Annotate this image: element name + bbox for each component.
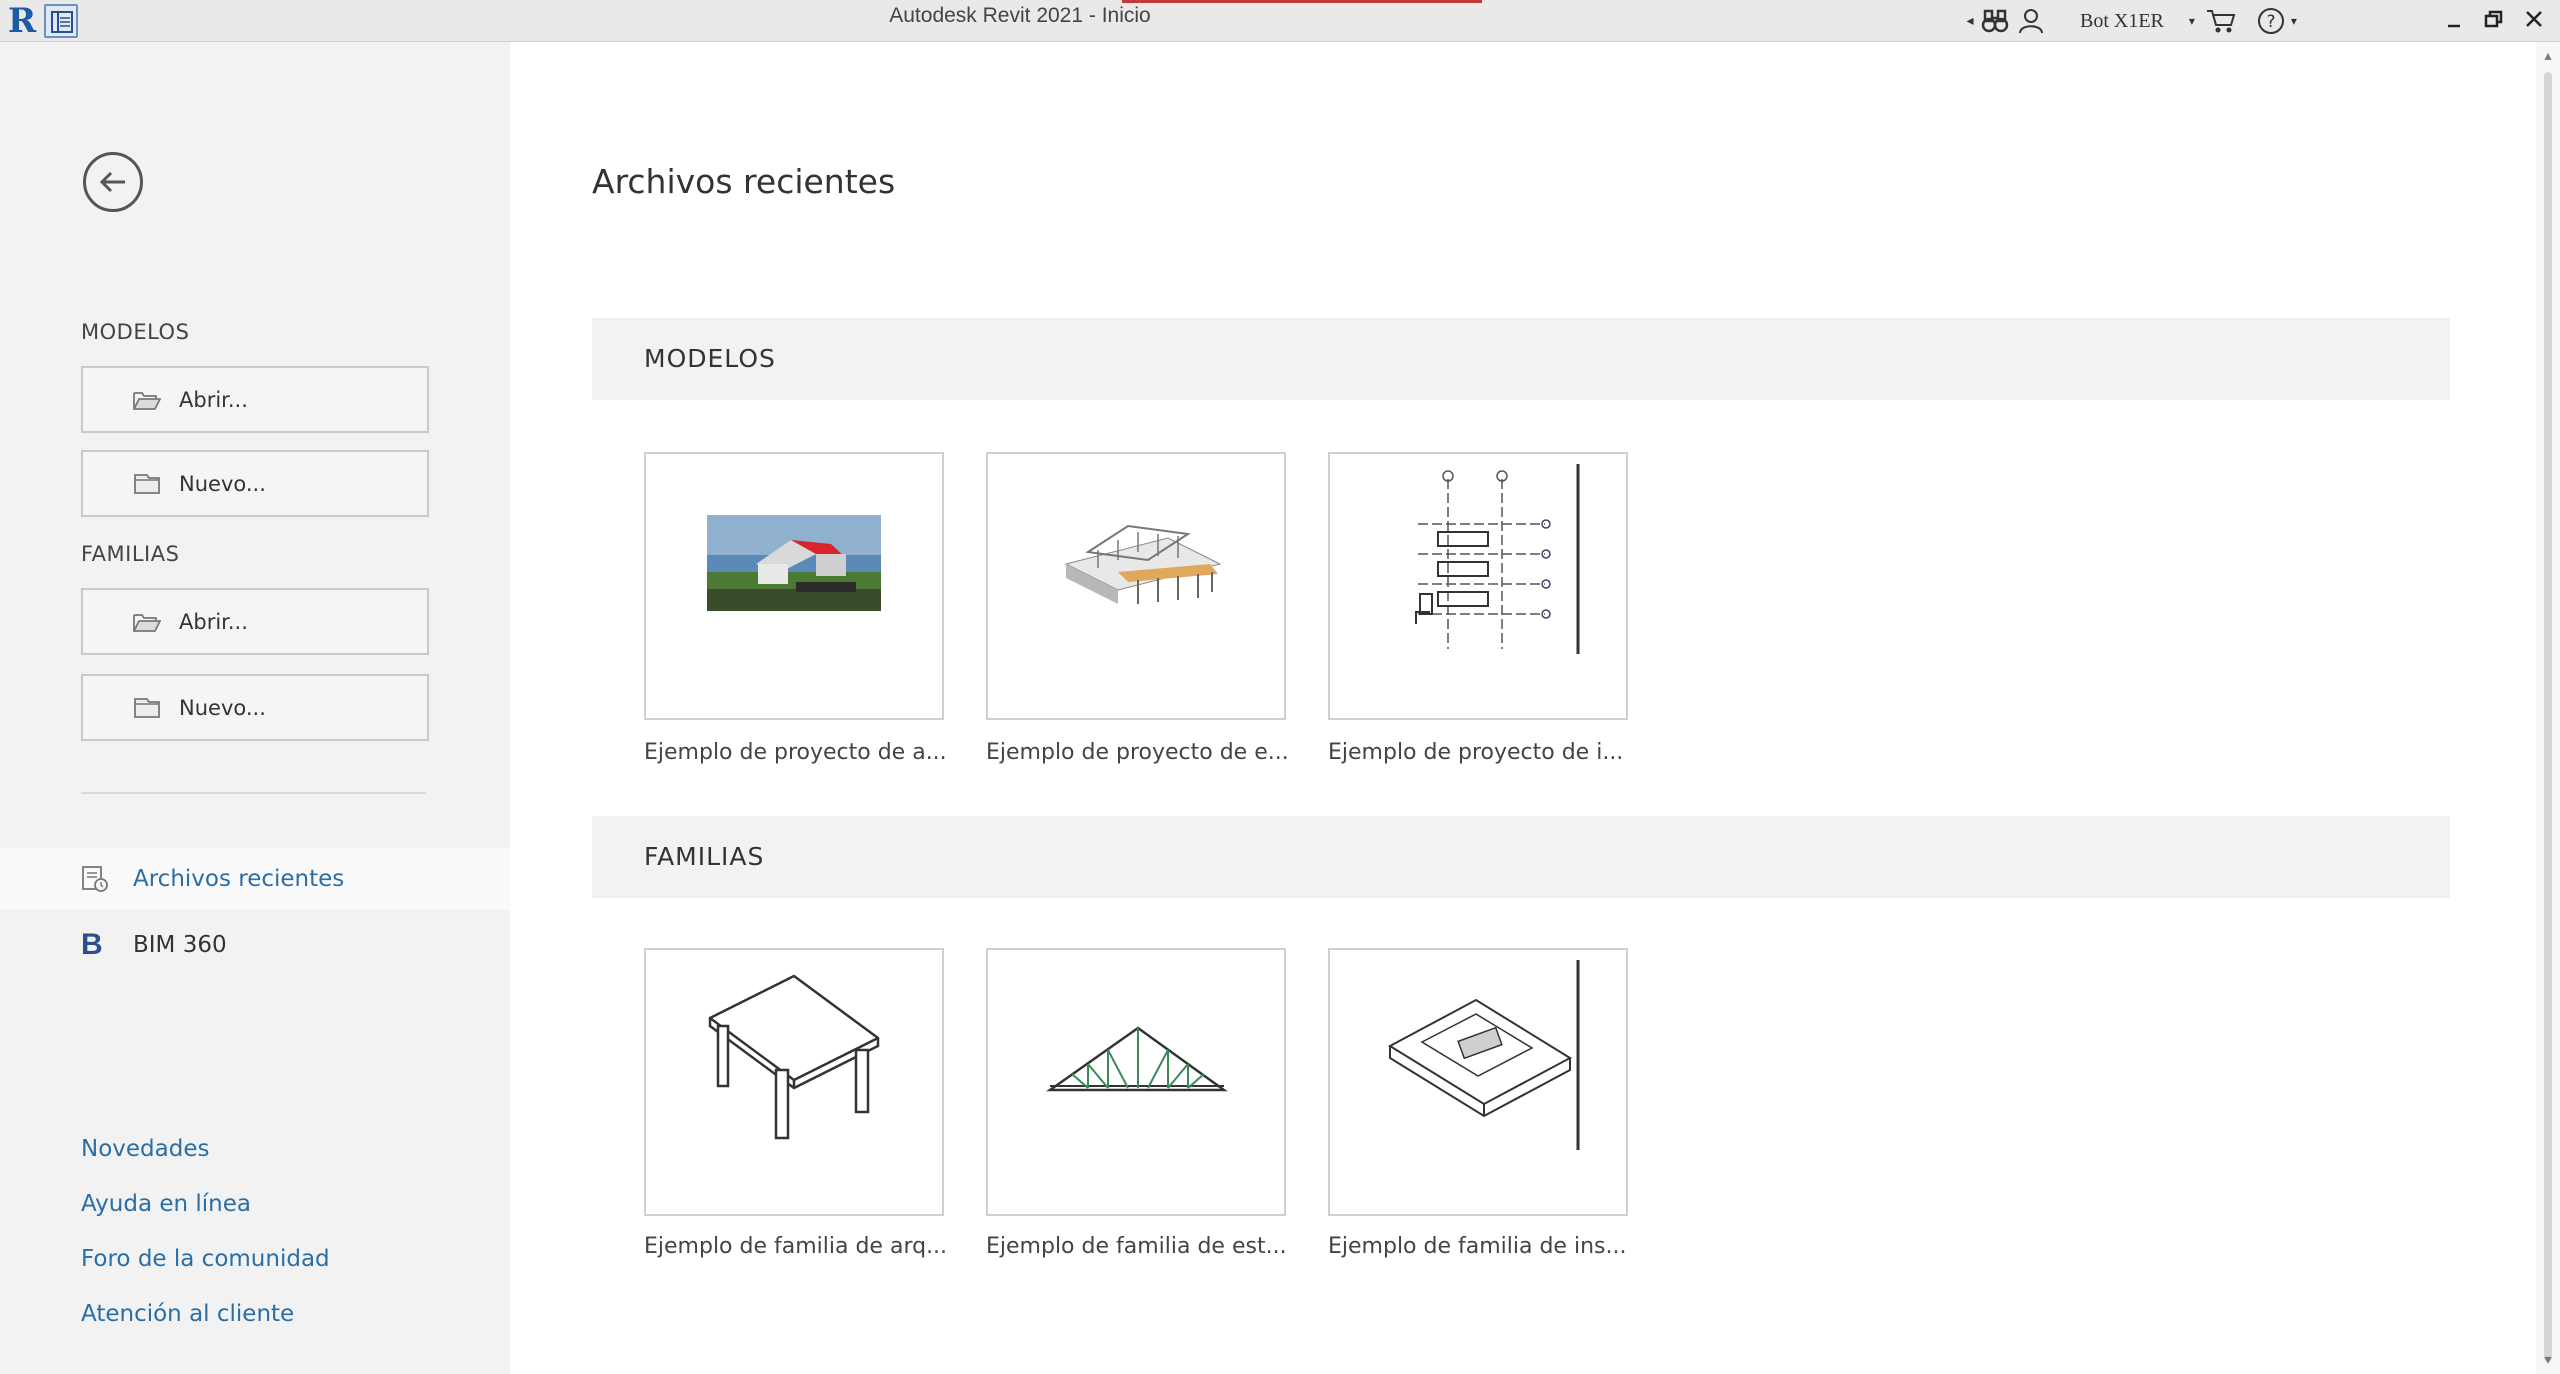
model-card-label[interactable]: Ejemplo de proyecto de i... <box>1328 740 1648 765</box>
model-card-architecture[interactable] <box>644 452 944 720</box>
open-model-label: Abrir... <box>179 387 248 412</box>
folder-open-icon <box>133 611 162 633</box>
sidebar: MODELOS Abrir... Nuevo... FAMILIAS Abrir… <box>0 42 510 1374</box>
back-button[interactable] <box>83 152 143 212</box>
models-heading: MODELOS <box>81 320 190 344</box>
new-family-button[interactable]: Nuevo... <box>81 674 429 741</box>
new-family-label: Nuevo... <box>179 695 266 720</box>
family-card-label[interactable]: Ejemplo de familia de ins... <box>1328 1234 1648 1259</box>
nav-item-recent-files[interactable]: Archivos recientes <box>0 848 510 910</box>
new-file-icon <box>133 473 161 495</box>
arrow-left-icon <box>99 171 125 193</box>
model-card-installations[interactable] <box>1328 452 1628 720</box>
fixture-family-thumbnail <box>1387 960 1580 1150</box>
cart-icon[interactable] <box>2206 6 2236 36</box>
open-model-button[interactable]: Abrir... <box>81 366 429 433</box>
link-community-forum[interactable]: Foro de la comunidad <box>81 1246 330 1272</box>
model-card-structure[interactable] <box>986 452 1286 720</box>
minimize-button[interactable] <box>2434 6 2474 38</box>
user-icon[interactable] <box>2016 6 2046 36</box>
families-section-header: FAMILIAS <box>592 816 2450 898</box>
mep-project-thumbnail <box>1415 464 1580 654</box>
link-online-help[interactable]: Ayuda en línea <box>81 1191 251 1217</box>
help-dropdown-icon[interactable]: ▾ <box>2286 6 2302 36</box>
families-heading: FAMILIAS <box>81 542 180 566</box>
main-content: Archivos recientes MODELOS Ejemplo de pr… <box>510 42 2530 1374</box>
scroll-thumb[interactable] <box>2544 72 2552 1362</box>
title-bar: R Autodesk Revit 2021 - Inicio ◂ Bot X1E… <box>0 0 2560 42</box>
link-customer-support[interactable]: Atención al cliente <box>81 1301 294 1327</box>
restore-button[interactable] <box>2474 6 2514 38</box>
link-news[interactable]: Novedades <box>81 1136 209 1162</box>
families-section-label: FAMILIAS <box>644 842 765 871</box>
family-card-installations[interactable] <box>1328 948 1628 1216</box>
binoculars-icon[interactable] <box>1980 6 2010 36</box>
table-family-thumbnail <box>708 974 880 1140</box>
open-family-button[interactable]: Abrir... <box>81 588 429 655</box>
scroll-up-icon[interactable]: ▴ <box>2540 48 2556 64</box>
title-accent-line <box>1122 0 1482 3</box>
family-card-architecture[interactable] <box>644 948 944 1216</box>
architecture-project-thumbnail <box>707 515 881 611</box>
new-model-label: Nuevo... <box>179 471 266 496</box>
family-card-label[interactable]: Ejemplo de familia de est... <box>986 1234 1306 1259</box>
svg-text:?: ? <box>2266 12 2275 32</box>
recent-files-icon <box>81 865 109 893</box>
nav-bim-label: BIM 360 <box>133 932 227 958</box>
models-section-header: MODELOS <box>592 318 2450 400</box>
family-card-label[interactable]: Ejemplo de familia de arq... <box>644 1234 964 1259</box>
model-card-label[interactable]: Ejemplo de proyecto de a... <box>644 740 964 765</box>
user-name[interactable]: Bot X1ER <box>2080 10 2164 33</box>
new-file-icon <box>133 697 161 719</box>
close-button[interactable] <box>2514 6 2554 38</box>
titlebar-tools: ◂ Bot X1ER ▾ ? ▾ <box>1960 4 2302 38</box>
window-title: Autodesk Revit 2021 - Inicio <box>889 4 1151 27</box>
sidebar-divider <box>81 792 426 794</box>
truss-family-thumbnail <box>1046 1026 1228 1092</box>
family-card-structure[interactable] <box>986 948 1286 1216</box>
structure-project-thumbnail <box>1064 524 1222 604</box>
new-model-button[interactable]: Nuevo... <box>81 450 429 517</box>
folder-open-icon <box>133 389 162 411</box>
nav-item-bim360[interactable]: B BIM 360 <box>0 914 510 976</box>
bim360-icon: B <box>81 928 103 961</box>
user-dropdown-icon[interactable]: ▾ <box>2182 6 2202 36</box>
scroll-down-icon[interactable]: ▾ <box>2540 1352 2556 1368</box>
nav-recent-label: Archivos recientes <box>133 866 345 892</box>
models-section-label: MODELOS <box>644 344 776 373</box>
help-icon[interactable]: ? <box>2256 6 2286 36</box>
open-family-label: Abrir... <box>179 609 248 634</box>
vertical-scrollbar[interactable]: ▴ ▾ <box>2536 42 2560 1374</box>
page-title: Archivos recientes <box>592 162 896 201</box>
caret-left-icon[interactable]: ◂ <box>1960 6 1980 36</box>
model-card-label[interactable]: Ejemplo de proyecto de e... <box>986 740 1306 765</box>
